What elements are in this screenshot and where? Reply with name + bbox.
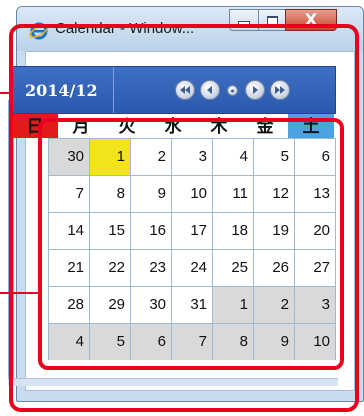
day-cell[interactable]: 9 (254, 324, 294, 360)
status-bar (8, 378, 338, 386)
callout-line-window (0, 92, 11, 94)
window-title: Calendar - Window... (55, 20, 195, 37)
day-cell[interactable]: 4 (213, 139, 253, 175)
next-month-button[interactable] (245, 80, 265, 100)
day-cell[interactable]: 5 (254, 139, 294, 175)
day-cell[interactable]: 17 (172, 213, 212, 249)
day-cell[interactable]: 11 (213, 176, 253, 212)
day-cell[interactable]: 29 (90, 287, 130, 323)
last-month-button[interactable] (270, 80, 290, 100)
day-cell[interactable]: 20 (295, 213, 335, 249)
day-cell[interactable]: 9 (131, 176, 171, 212)
first-icon (180, 86, 190, 94)
day-cell[interactable]: 10 (295, 324, 335, 360)
day-cell[interactable]: 1 (213, 287, 253, 323)
day-cell[interactable]: 8 (90, 176, 130, 212)
day-cell[interactable]: 5 (90, 324, 130, 360)
day-cell[interactable]: 16 (131, 213, 171, 249)
weekday-header: 日 月 火 水 木 金 土 (12, 114, 336, 138)
day-cell[interactable]: 22 (90, 250, 130, 286)
day-cell[interactable]: 6 (131, 324, 171, 360)
internet-explorer-icon (29, 22, 49, 40)
maximize-icon (266, 15, 278, 25)
day-cell[interactable]: 7 (172, 324, 212, 360)
maximize-button[interactable] (258, 9, 286, 31)
calendar-day-grid: 30 1 2 3 4 5 6 7 8 9 10 11 12 13 14 15 16 17 18 19 20 21 22 23 2… (48, 138, 336, 360)
prev-icon (207, 86, 212, 94)
weekday-saturday: 土 (288, 114, 334, 138)
window-frame-strip (8, 100, 14, 380)
day-cell[interactable]: 4 (49, 324, 89, 360)
weekday-sunday: 日 (12, 114, 58, 138)
day-cell[interactable]: 14 (49, 213, 89, 249)
day-cell[interactable]: 27 (295, 250, 335, 286)
next-icon (253, 86, 258, 94)
month-label: 2014/12 (25, 81, 98, 100)
day-cell[interactable]: 12 (254, 176, 294, 212)
day-cell[interactable]: 7 (49, 176, 89, 212)
previous-month-button[interactable] (200, 80, 220, 100)
title-bar[interactable]: Calendar - Window... X (17, 7, 363, 51)
day-cell[interactable]: 2 (254, 287, 294, 323)
day-cell[interactable]: 25 (213, 250, 253, 286)
day-cell[interactable]: 6 (295, 139, 335, 175)
day-cell[interactable]: 26 (254, 250, 294, 286)
weekday-tuesday: 火 (118, 117, 136, 137)
weekday-thursday: 木 (210, 117, 228, 137)
weekday-monday: 月 (72, 117, 90, 137)
day-cell[interactable]: 19 (254, 213, 294, 249)
day-cell[interactable]: 24 (172, 250, 212, 286)
minimize-icon (238, 21, 250, 25)
close-button[interactable]: X (285, 9, 337, 31)
calendar-header: 2014/12 (12, 66, 336, 114)
weekday-wednesday: 水 (164, 117, 182, 137)
minimize-button[interactable] (229, 9, 259, 31)
day-cell[interactable]: 2 (131, 139, 171, 175)
day-cell[interactable]: 21 (49, 250, 89, 286)
day-cell[interactable]: 3 (295, 287, 335, 323)
header-divider (113, 67, 114, 113)
day-cell[interactable]: 13 (295, 176, 335, 212)
weekday-friday: 金 (256, 117, 274, 137)
day-cell[interactable]: 10 (172, 176, 212, 212)
current-month-button[interactable] (227, 85, 238, 96)
day-cell[interactable]: 28 (49, 287, 89, 323)
home-dot-icon (231, 89, 234, 92)
day-cell[interactable]: 8 (213, 324, 253, 360)
callout-line-grid (0, 292, 40, 294)
last-icon (275, 86, 285, 94)
day-cell[interactable]: 31 (172, 287, 212, 323)
first-month-button[interactable] (175, 80, 195, 100)
close-icon: X (304, 10, 318, 29)
day-cell[interactable]: 18 (213, 213, 253, 249)
day-cell[interactable]: 1 (90, 139, 130, 175)
day-cell[interactable]: 15 (90, 213, 130, 249)
day-cell[interactable]: 30 (49, 139, 89, 175)
day-cell[interactable]: 3 (172, 139, 212, 175)
day-cell[interactable]: 23 (131, 250, 171, 286)
day-cell[interactable]: 30 (131, 287, 171, 323)
